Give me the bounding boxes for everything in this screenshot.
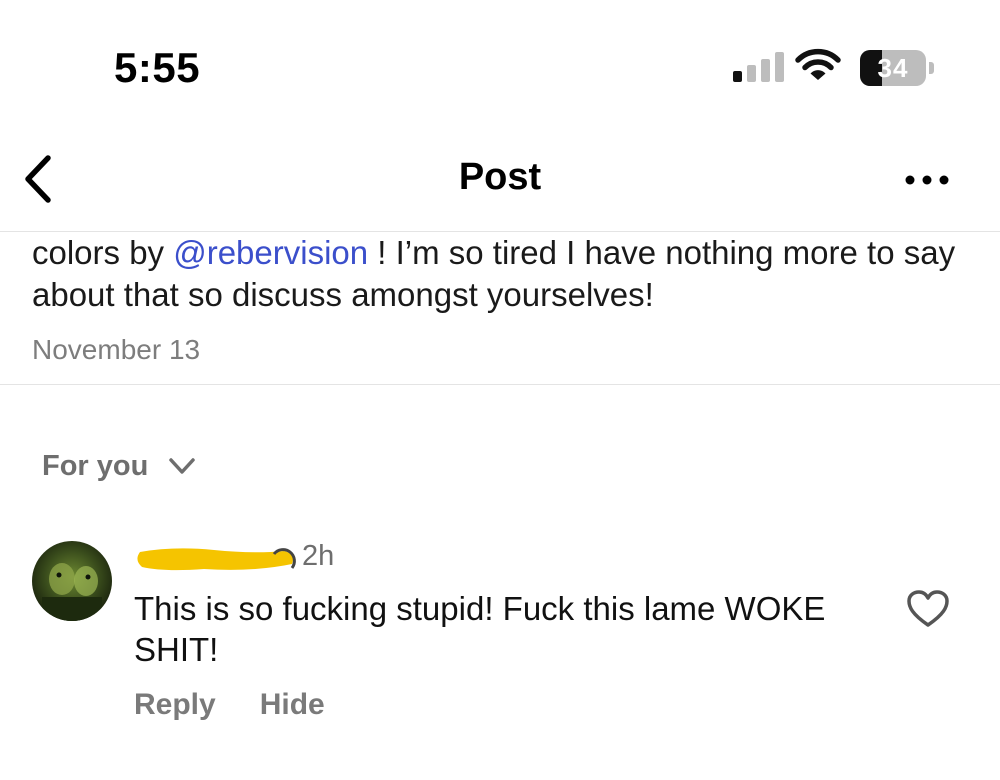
cellular-signal-icon xyxy=(733,52,785,82)
heart-icon[interactable] xyxy=(906,589,950,629)
sort-label: For you xyxy=(42,449,149,482)
post-text-prefix: colors by xyxy=(32,234,174,271)
comment-text: This is so fucking stupid! Fuck this lam… xyxy=(134,590,826,668)
wifi-icon xyxy=(795,48,841,80)
divider xyxy=(0,384,1000,385)
mention-link[interactable]: @rebervision xyxy=(173,234,368,271)
chevron-down-icon xyxy=(169,458,196,474)
username-redaction xyxy=(137,548,296,571)
battery-level: 34 xyxy=(877,53,909,83)
hide-button[interactable]: Hide xyxy=(260,688,325,722)
page-title: Post xyxy=(458,156,542,198)
post-text: colors by @rebervision ! I’m so tired I … xyxy=(32,232,982,316)
avatar[interactable] xyxy=(32,541,112,621)
more-options-icon[interactable] xyxy=(904,174,950,186)
status-time: 5:55 xyxy=(114,44,201,91)
replies-sort-dropdown[interactable]: For you xyxy=(42,446,196,486)
comment-actions: Reply Hide xyxy=(134,688,325,722)
post-date: November 13 xyxy=(32,334,201,365)
nav-bar: Post xyxy=(0,130,1000,232)
reply-button[interactable]: Reply xyxy=(134,688,216,722)
comment-timestamp: 2h xyxy=(302,540,335,572)
status-bar: 5:55 34 xyxy=(0,0,1000,120)
battery-icon: 34 xyxy=(860,50,936,86)
